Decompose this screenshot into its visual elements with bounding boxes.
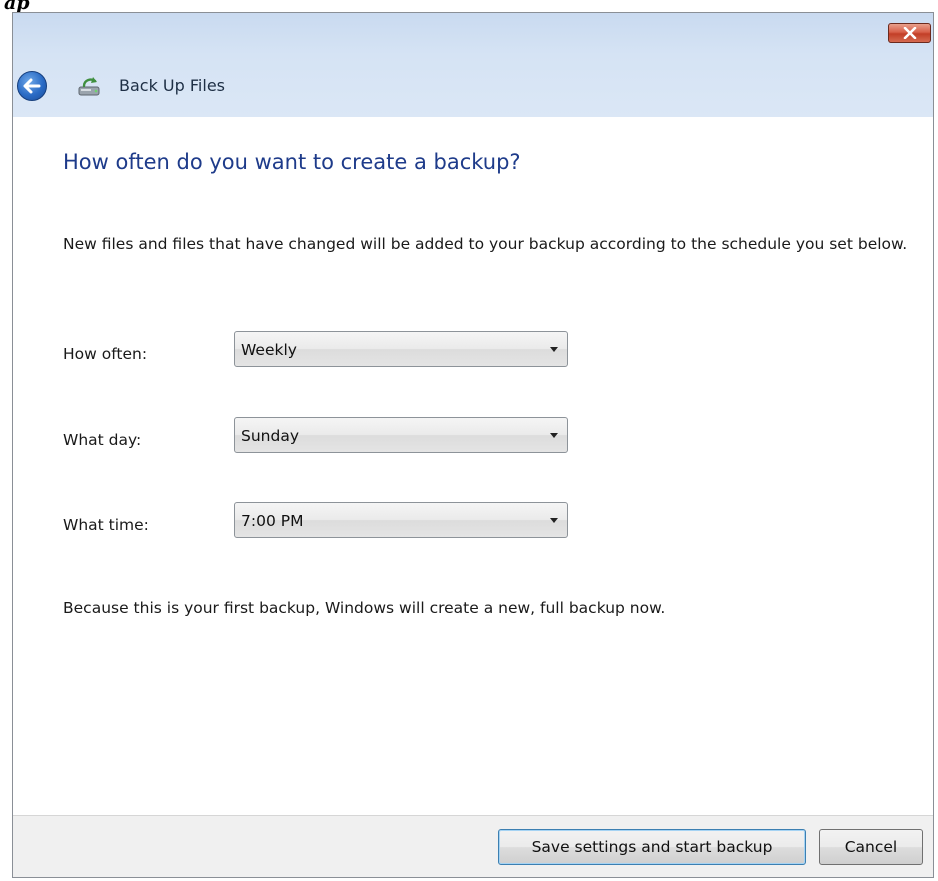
chevron-down-icon [550,518,558,523]
what-day-label: What day: [63,431,142,449]
page-heading: How often do you want to create a backup… [63,150,521,174]
backup-dialog: Back Up Files How often do you want to c… [12,12,934,878]
button-bar: Save settings and start backup Cancel [13,815,933,877]
chevron-down-icon [550,347,558,352]
close-icon [903,27,916,39]
window-title: Back Up Files [119,76,225,95]
close-button[interactable] [888,23,931,43]
back-arrow-icon [23,78,41,94]
how-often-value: Weekly [241,341,297,359]
title-bar: Back Up Files [13,13,933,117]
what-time-dropdown[interactable]: 7:00 PM [234,502,568,538]
back-button[interactable] [17,71,47,101]
save-and-start-backup-button[interactable]: Save settings and start backup [498,829,806,865]
what-time-value: 7:00 PM [241,512,304,530]
backup-app-icon [78,77,100,96]
how-often-label: How often: [63,345,148,363]
how-often-dropdown[interactable]: Weekly [234,331,568,367]
what-day-dropdown[interactable]: Sunday [234,417,568,453]
what-day-value: Sunday [241,427,299,445]
page-description: New files and files that have changed wi… [63,235,908,253]
chevron-down-icon [550,433,558,438]
main-content: How often do you want to create a backup… [13,117,933,817]
what-time-label: What time: [63,516,149,534]
partial-heading-fragment: ap [4,0,30,12]
cancel-button[interactable]: Cancel [819,829,923,865]
first-backup-note: Because this is your first backup, Windo… [63,599,666,617]
